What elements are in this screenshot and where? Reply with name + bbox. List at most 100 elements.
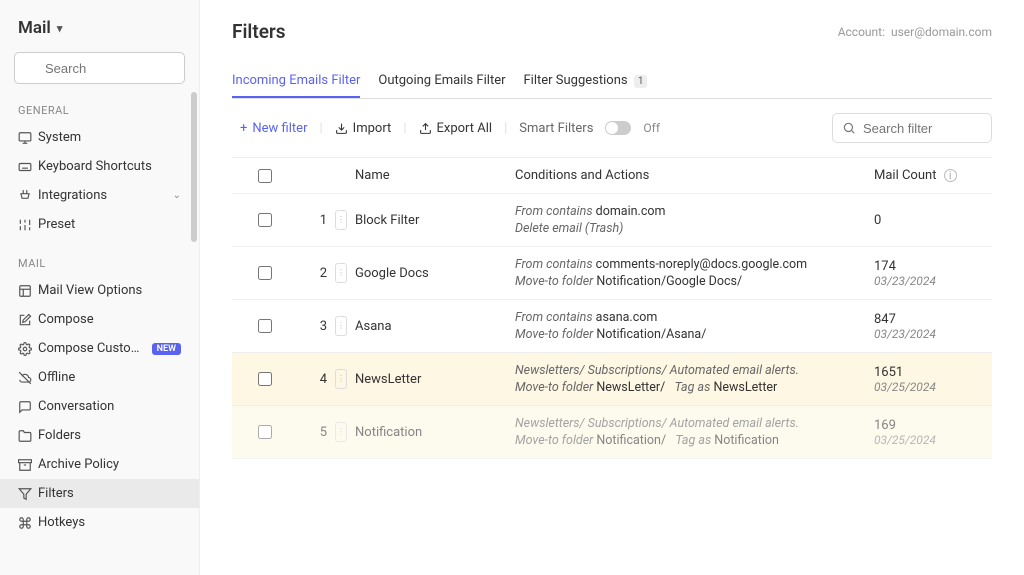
tab-label: Outgoing Emails Filter <box>378 73 505 88</box>
mail-count-date: 03/23/2024 <box>874 327 984 341</box>
sidebar-item-conversation[interactable]: Conversation <box>0 392 199 421</box>
cond-value: Notification/Google Docs/ <box>596 274 742 289</box>
table-row[interactable]: 3 ⋮ Asana From contains asana.com Move-t… <box>232 300 992 353</box>
drag-handle-icon[interactable]: ⋮ <box>335 316 347 336</box>
sidebar-item-label: Integrations <box>38 188 173 203</box>
plug-icon <box>18 189 38 203</box>
cond-value: comments-noreply@docs.google.com <box>596 257 807 272</box>
cond-prefix: From contains <box>515 204 593 219</box>
mail-count: 1651 <box>874 365 984 380</box>
page-title: Filters <box>232 20 286 43</box>
row-checkbox[interactable] <box>258 372 272 386</box>
table-row[interactable]: 5 ⋮ Notification Newsletters/ Subscripti… <box>232 406 992 459</box>
filter-icon <box>18 487 38 501</box>
sidebar-item-label: Compose <box>38 312 181 327</box>
sidebar-item-filters[interactable]: Filters <box>0 479 199 508</box>
header-conditions: Conditions and Actions <box>515 168 874 183</box>
section-label-general: GENERAL <box>0 98 199 123</box>
sidebar-title[interactable]: Mail ▾ <box>0 12 199 52</box>
drag-handle-icon[interactable]: ⋮ <box>335 263 347 283</box>
sidebar-item-offline[interactable]: Offline <box>0 363 199 392</box>
row-number: 1 <box>290 213 335 228</box>
mail-count: 174 <box>874 259 984 274</box>
info-icon[interactable]: i <box>944 169 957 182</box>
filter-name: NewsLetter <box>355 372 515 387</box>
settings-icon <box>18 342 38 356</box>
filter-name: Block Filter <box>355 213 515 228</box>
tab-label: Incoming Emails Filter <box>232 73 360 88</box>
sidebar-item-system[interactable]: System <box>0 123 199 152</box>
tab-incoming[interactable]: Incoming Emails Filter <box>232 65 360 98</box>
row-number: 2 <box>290 266 335 281</box>
sidebar-search-input[interactable] <box>14 52 185 84</box>
cond-value: Notification/Asana/ <box>596 327 706 342</box>
drag-handle-icon[interactable]: ⋮ <box>335 210 347 230</box>
cond-action: Delete email (Trash) <box>515 221 874 236</box>
cond-prefix: Move-to folder <box>515 274 593 289</box>
drag-handle-icon[interactable]: ⋮ <box>335 369 347 389</box>
tag-prefix: Tag as <box>675 433 711 448</box>
account-label: Account: <box>838 25 885 39</box>
button-label: Export All <box>437 121 493 136</box>
row-checkbox[interactable] <box>258 425 272 439</box>
sidebar-item-preset[interactable]: Preset <box>0 210 199 239</box>
chat-icon <box>18 400 38 414</box>
cond-text: Newsletters/ Subscriptions/ Automated em… <box>515 363 874 378</box>
filters-table: Name Conditions and Actions Mail Count i… <box>232 157 992 459</box>
cond-value: Notification/ <box>596 433 666 448</box>
cond-prefix: From contains <box>515 257 593 272</box>
separator: | <box>504 121 507 136</box>
tab-label: Filter Suggestions <box>524 73 628 88</box>
export-all-button[interactable]: Export All <box>419 121 493 136</box>
table-header: Name Conditions and Actions Mail Count i <box>232 157 992 194</box>
separator: | <box>403 121 406 136</box>
table-row[interactable]: 4 ⋮ NewsLetter Newsletters/ Subscription… <box>232 353 992 406</box>
select-all-checkbox[interactable] <box>258 169 272 183</box>
tabs: Incoming Emails Filter Outgoing Emails F… <box>232 65 992 99</box>
tag-prefix: Tag as <box>675 380 711 395</box>
search-filter-input[interactable] <box>832 113 992 143</box>
sidebar-item-mail-view-options[interactable]: Mail View Options <box>0 276 199 305</box>
row-number: 3 <box>290 319 335 334</box>
monitor-icon <box>18 131 38 145</box>
sidebar-item-archive-policy[interactable]: Archive Policy <box>0 450 199 479</box>
sidebar-item-hotkeys[interactable]: Hotkeys <box>0 508 199 537</box>
filter-name: Asana <box>355 319 515 334</box>
command-icon <box>18 516 38 530</box>
import-button[interactable]: Import <box>335 121 392 136</box>
table-row[interactable]: 1 ⋮ Block Filter From contains domain.co… <box>232 194 992 247</box>
table-row[interactable]: 2 ⋮ Google Docs From contains comments-n… <box>232 247 992 300</box>
mail-count: 847 <box>874 312 984 327</box>
mail-count-date: 03/25/2024 <box>874 433 984 447</box>
sidebar-item-label: Conversation <box>38 399 181 414</box>
sidebar-item-integrations[interactable]: Integrations ⌄ <box>0 181 199 210</box>
sidebar-item-label: Preset <box>38 217 181 232</box>
new-filter-button[interactable]: + New filter <box>240 121 307 136</box>
sidebar-item-keyboard-shortcuts[interactable]: Keyboard Shortcuts <box>0 152 199 181</box>
folder-icon <box>18 429 38 443</box>
sidebar-item-compose-customize[interactable]: Compose Customi... NEW <box>0 334 199 363</box>
separator: | <box>319 121 322 136</box>
tab-outgoing[interactable]: Outgoing Emails Filter <box>378 65 505 98</box>
row-checkbox[interactable] <box>258 266 272 280</box>
search-filter <box>832 113 992 143</box>
header-name: Name <box>355 168 515 183</box>
scrollbar[interactable] <box>191 92 197 242</box>
mail-count: 169 <box>874 418 984 433</box>
row-checkbox[interactable] <box>258 319 272 333</box>
cloud-off-icon <box>18 371 38 385</box>
tag-value: Notification <box>714 433 779 448</box>
row-number: 4 <box>290 372 335 387</box>
mail-count-date: 03/25/2024 <box>874 380 984 394</box>
cond-value: asana.com <box>596 310 658 325</box>
tab-suggestions[interactable]: Filter Suggestions 1 <box>524 65 648 98</box>
new-badge: NEW <box>152 343 181 355</box>
sidebar-item-compose[interactable]: Compose <box>0 305 199 334</box>
row-checkbox[interactable] <box>258 213 272 227</box>
sidebar-item-folders[interactable]: Folders <box>0 421 199 450</box>
toolbar: + New filter | Import | Export All | Sma… <box>232 113 992 143</box>
smart-filters-toggle[interactable] <box>605 121 631 135</box>
account-info: Account: user@domain.com <box>838 25 992 39</box>
drag-handle-icon[interactable]: ⋮ <box>335 422 347 442</box>
section-label-mail: MAIL <box>0 251 199 276</box>
